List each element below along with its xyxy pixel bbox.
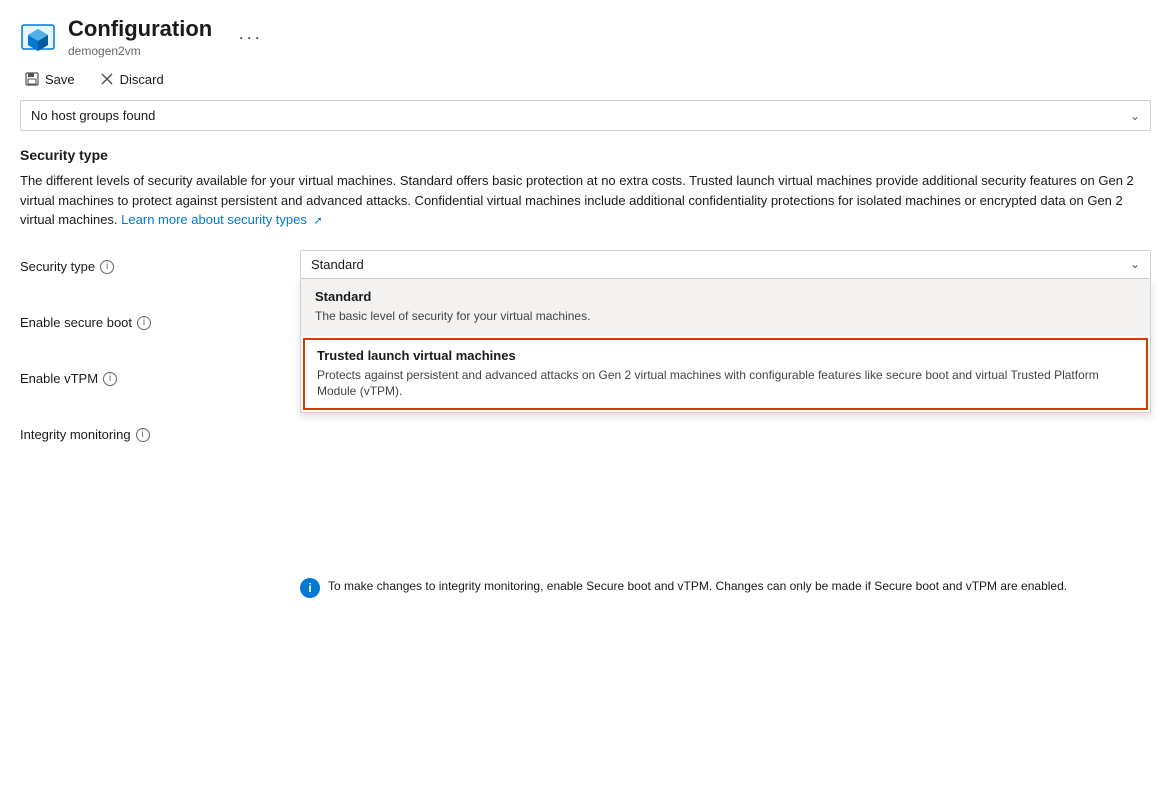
enable-vtpm-label: Enable vTPM i — [20, 368, 117, 388]
page-header: Configuration demogen2vm ··· — [0, 0, 1171, 62]
info-notice: i To make changes to integrity monitorin… — [300, 569, 1151, 606]
dropdown-item-trusted[interactable]: Trusted launch virtual machines Protects… — [303, 338, 1148, 411]
enable-secure-boot-label-row: Enable secure boot i — [20, 306, 280, 338]
form-area: Security type i Enable secure boot i Ena… — [20, 250, 1151, 606]
learn-more-link[interactable]: Learn more about security types ➚ — [121, 212, 323, 227]
vtpm-info-icon[interactable]: i — [103, 372, 117, 386]
security-type-label-row: Security type i — [20, 250, 280, 282]
integrity-info-icon[interactable]: i — [136, 428, 150, 442]
app-icon — [20, 19, 56, 55]
security-type-info-icon[interactable]: i — [100, 260, 114, 274]
discard-icon — [99, 71, 115, 87]
security-section: Security type The different levels of se… — [0, 147, 1171, 606]
form-labels: Security type i Enable secure boot i Ena… — [20, 250, 300, 606]
dropdown-item-trusted-title: Trusted launch virtual machines — [317, 348, 1134, 363]
security-type-dropdown[interactable]: Standard ⌄ — [300, 250, 1151, 279]
section-description: The different levels of security availab… — [20, 171, 1151, 230]
dropdown-chevron-icon: ⌄ — [1130, 257, 1140, 271]
dropdown-item-standard-desc: The basic level of security for your vir… — [315, 308, 1136, 325]
discard-button[interactable]: Discard — [95, 68, 168, 90]
host-group-chevron-icon: ⌄ — [1130, 109, 1140, 123]
external-link-icon: ➚ — [314, 215, 323, 227]
more-options-button[interactable]: ··· — [232, 23, 268, 52]
section-title: Security type — [20, 147, 1151, 163]
host-group-dropdown[interactable]: No host groups found ⌄ — [20, 100, 1151, 131]
security-type-dropdown-wrapper: Standard ⌄ Standard The basic level of s… — [300, 250, 1151, 279]
dropdown-item-trusted-desc: Protects against persistent and advanced… — [317, 367, 1134, 401]
info-notice-area: i To make changes to integrity monitorin… — [300, 569, 1151, 606]
save-button[interactable]: Save — [20, 68, 79, 90]
security-type-label: Security type i — [20, 256, 114, 276]
form-controls: Standard ⌄ Standard The basic level of s… — [300, 250, 1151, 606]
integrity-monitoring-label: Integrity monitoring i — [20, 424, 150, 444]
dropdown-item-standard-title: Standard — [315, 289, 1136, 304]
header-text-group: Configuration demogen2vm — [68, 16, 212, 58]
page-subtitle: demogen2vm — [68, 44, 212, 58]
page-title: Configuration — [68, 16, 212, 42]
dropdown-item-standard[interactable]: Standard The basic level of security for… — [301, 279, 1150, 336]
enable-vtpm-label-row: Enable vTPM i — [20, 362, 280, 394]
toolbar: Save Discard — [0, 62, 1171, 100]
info-notice-icon: i — [300, 578, 320, 598]
security-type-dropdown-menu: Standard The basic level of security for… — [300, 279, 1151, 413]
save-label: Save — [45, 72, 75, 87]
save-icon — [24, 71, 40, 87]
integrity-monitoring-label-row: Integrity monitoring i — [20, 418, 280, 450]
info-notice-text: To make changes to integrity monitoring,… — [328, 577, 1067, 595]
host-group-text: No host groups found — [31, 108, 155, 123]
secure-boot-info-icon[interactable]: i — [137, 316, 151, 330]
discard-label: Discard — [120, 72, 164, 87]
enable-secure-boot-label: Enable secure boot i — [20, 312, 151, 332]
